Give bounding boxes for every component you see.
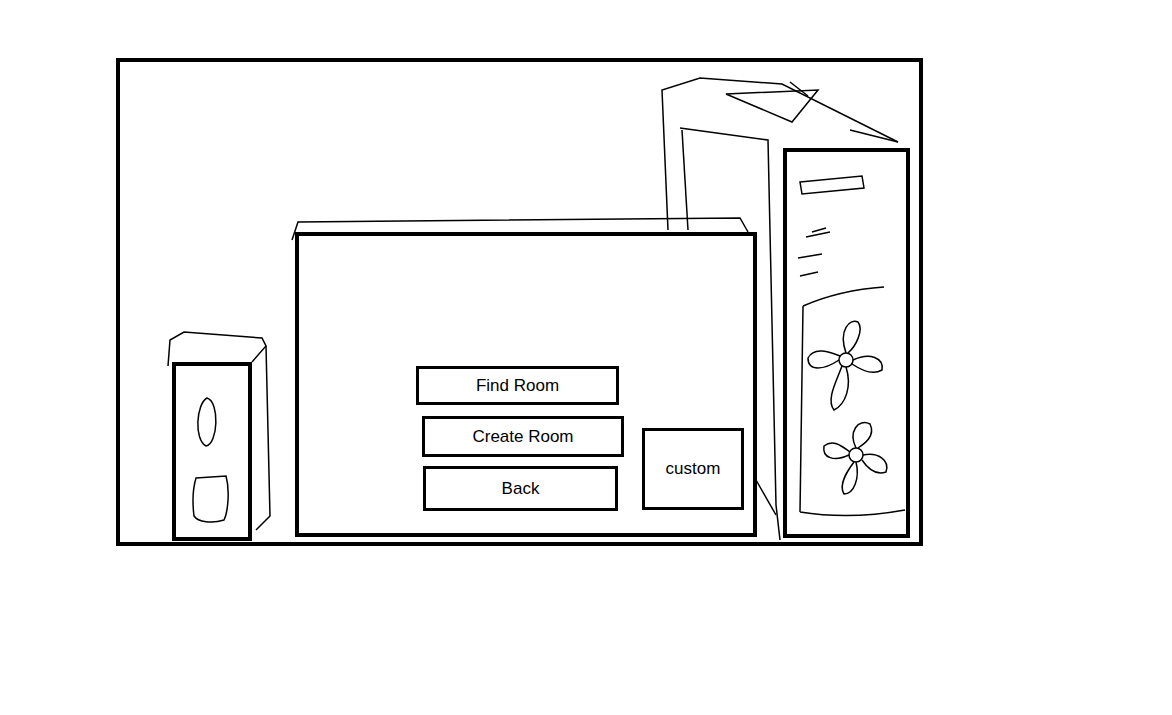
find-room-button[interactable]: Find Room	[416, 366, 619, 405]
button-label: Create Room	[472, 426, 573, 447]
page: Find Room Create Room Back custom	[0, 0, 1172, 715]
scene-frame: Find Room Create Room Back custom	[116, 58, 923, 546]
button-label: Find Room	[476, 375, 559, 396]
button-label: Back	[502, 478, 540, 499]
create-room-button[interactable]: Create Room	[422, 416, 624, 457]
monitor-screen: Find Room Create Room Back custom	[295, 232, 757, 537]
custom-label: custom	[666, 456, 721, 482]
back-button[interactable]: Back	[423, 466, 618, 511]
speaker	[172, 362, 252, 541]
pc-tower	[783, 148, 910, 538]
custom-button[interactable]: custom	[642, 428, 744, 510]
